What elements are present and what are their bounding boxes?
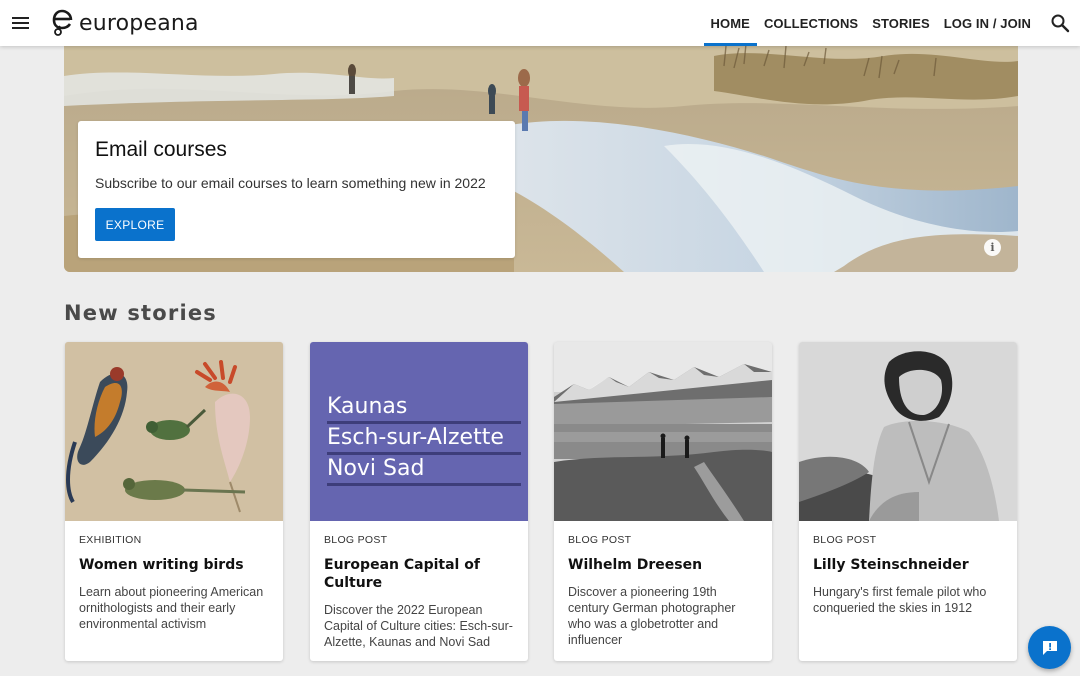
card-type: BLOG POST	[568, 534, 632, 546]
story-card-women-writing-birds[interactable]: EXHIBITION Women writing birds Learn abo…	[65, 342, 283, 661]
nav-collections[interactable]: COLLECTIONS	[757, 0, 865, 46]
nav-home[interactable]: HOME	[703, 0, 758, 46]
image-line-kaunas: Kaunas	[327, 394, 521, 424]
story-card-wilhelm-dreesen[interactable]: BLOG POST Wilhelm Dreesen Discover a pio…	[554, 342, 772, 661]
card-image-capital-of-culture: Kaunas Esch-sur-Alzette Novi Sad	[310, 342, 528, 521]
story-card-lilly-steinschneider[interactable]: BLOG POST Lilly Steinschneider Hungary's…	[799, 342, 1017, 661]
hero-card: Email courses Subscribe to our email cou…	[78, 121, 515, 258]
card-image-glacier-photo	[554, 342, 772, 521]
section-title: New stories	[64, 301, 217, 325]
hero-title: Email courses	[95, 138, 227, 161]
hero-subtitle: Subscribe to our email courses to learn …	[95, 175, 486, 191]
card-title: Wilhelm Dreesen	[568, 557, 703, 573]
europeana-logo[interactable]: europeana	[51, 8, 199, 38]
europeana-logo-icon	[52, 9, 73, 36]
card-type: BLOG POST	[813, 534, 877, 546]
hamburger-menu-icon[interactable]	[11, 13, 31, 33]
main-nav: HOME COLLECTIONS STORIES LOG IN / JOIN	[703, 0, 1038, 46]
card-image-portrait	[799, 342, 1017, 521]
image-line-novi-sad: Novi Sad	[327, 456, 521, 486]
info-icon[interactable]: i	[984, 239, 1001, 256]
story-card-european-capital-of-culture[interactable]: Kaunas Esch-sur-Alzette Novi Sad BLOG PO…	[310, 342, 528, 661]
card-image-birds	[65, 342, 283, 521]
feedback-icon	[1042, 640, 1057, 655]
card-type: EXHIBITION	[79, 534, 142, 546]
card-title: European Capital of Culture	[324, 557, 480, 591]
card-type: BLOG POST	[324, 534, 388, 546]
image-line-esch-sur-alzette: Esch-sur-Alzette	[327, 425, 521, 455]
search-icon[interactable]	[1050, 13, 1070, 33]
card-title: Lilly Steinschneider	[813, 557, 969, 573]
explore-button[interactable]: EXPLORE	[95, 208, 175, 241]
card-description: Discover a pioneering 19th century Germa…	[568, 585, 736, 647]
site-header: europeana HOME COLLECTIONS STORIES LOG I…	[0, 0, 1080, 46]
logo-text: europeana	[79, 10, 199, 36]
feedback-chat-button[interactable]	[1028, 626, 1071, 669]
nav-stories[interactable]: STORIES	[865, 0, 937, 46]
card-description: Hungary's first female pilot who conquer…	[813, 585, 987, 615]
card-title: Women writing birds	[79, 557, 244, 573]
nav-login-join[interactable]: LOG IN / JOIN	[937, 0, 1038, 46]
card-description: Discover the 2022 European Capital of Cu…	[324, 603, 513, 649]
card-description: Learn about pioneering American ornithol…	[79, 585, 264, 631]
